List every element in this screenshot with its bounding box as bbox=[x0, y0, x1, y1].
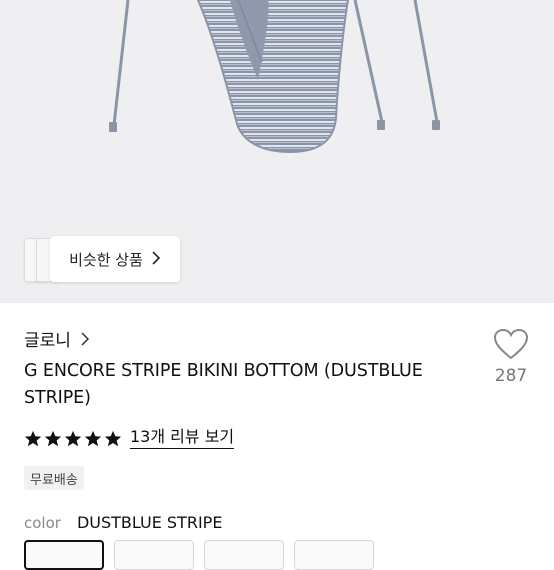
color-swatch[interactable] bbox=[294, 540, 374, 570]
review-link[interactable]: 13개 리뷰 보기 bbox=[130, 428, 235, 449]
free-shipping-badge: 무료배송 bbox=[24, 466, 84, 490]
brand-link[interactable]: 글로니 bbox=[24, 326, 93, 351]
product-title: G ENCORE STRIPE BIKINI BOTTOM (DUSTBLUE … bbox=[24, 361, 423, 408]
color-swatches bbox=[24, 540, 374, 570]
color-swatch-selected[interactable] bbox=[24, 540, 104, 570]
similar-products-label: 비슷한 상품 bbox=[69, 250, 143, 269]
like-button[interactable]: 287 bbox=[490, 328, 532, 386]
rating: 13개 리뷰 보기 bbox=[24, 428, 235, 449]
star-icon bbox=[84, 430, 102, 446]
star-icon bbox=[64, 430, 82, 446]
chevron-right-icon bbox=[81, 331, 89, 346]
star-icon bbox=[44, 430, 62, 446]
color-label: color bbox=[24, 514, 61, 532]
color-value: DUSTBLUE STRIPE bbox=[76, 513, 223, 532]
star-icon bbox=[104, 430, 122, 446]
star-rating bbox=[24, 430, 122, 448]
color-swatch[interactable] bbox=[114, 540, 194, 570]
star-icon bbox=[24, 430, 42, 446]
product-image[interactable]: 비슷한 상품 bbox=[0, 0, 554, 303]
color-swatch[interactable] bbox=[204, 540, 284, 570]
heart-icon bbox=[493, 328, 529, 360]
similar-products-button[interactable]: 비슷한 상품 bbox=[50, 236, 180, 282]
like-count: 287 bbox=[494, 366, 528, 386]
brand-name: 글로니 bbox=[24, 331, 71, 351]
similar-products[interactable]: 비슷한 상품 bbox=[24, 236, 180, 282]
chevron-right-icon bbox=[151, 250, 161, 268]
color-selector-header: color DUSTBLUE STRIPE bbox=[24, 513, 222, 532]
